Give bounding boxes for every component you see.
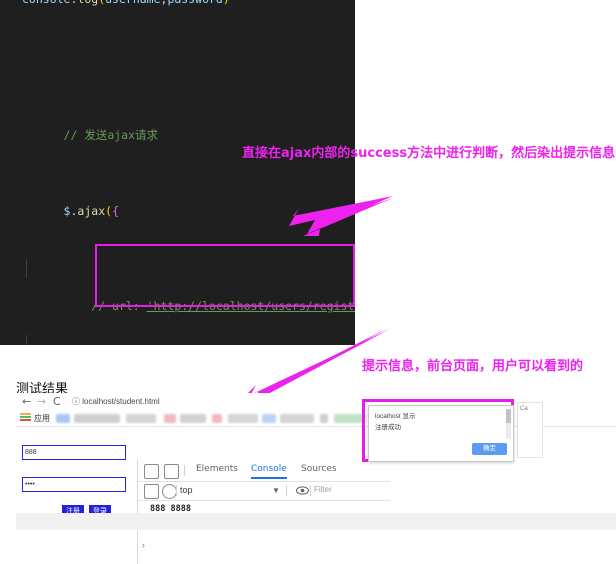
dialog-scrollbar[interactable]	[506, 409, 511, 439]
devtools-console-toolbar: top ▼ Filter	[138, 481, 390, 501]
console-filter-input[interactable]: Filter	[314, 485, 332, 494]
annotation-bottom: 提示信息，前台页面，用户可以看到的	[362, 359, 584, 374]
site-info-icon[interactable]: ⓘ	[72, 397, 80, 406]
alert-message: 注册成功	[375, 424, 401, 431]
address-bar[interactable]: ⓘ localhost/student.html	[72, 395, 292, 408]
devtools-panel[interactable]: Elements Console Sources top ▼ Filter 88…	[137, 460, 390, 564]
code-line-comment-ajax: // 发送ajax请求	[63, 128, 159, 142]
bookmarks-apps-label[interactable]: 应用	[34, 413, 50, 424]
device-toolbar-icon[interactable]	[164, 464, 179, 479]
alert-ok-button[interactable]: 确定	[472, 443, 507, 455]
password-input[interactable]	[22, 477, 126, 492]
reload-icon[interactable]: C	[53, 395, 61, 408]
console-prompt[interactable]: ›	[142, 540, 145, 550]
back-icon[interactable]: ←	[22, 395, 31, 408]
alert-highlight-box: localhost 显示 注册成功 确定	[362, 399, 514, 462]
editor-gutter	[0, 0, 22, 345]
clear-console-icon[interactable]	[162, 484, 177, 499]
alert-host-line: localhost 显示	[375, 413, 416, 420]
browser-side-panel: Ca	[517, 402, 543, 458]
tab-console[interactable]: Console	[251, 464, 287, 479]
console-output[interactable]: 888 8888 ▸ {errno: 0, message: "注册成功"} ›	[138, 500, 390, 564]
address-bar-url: localhost/student.html	[82, 397, 160, 406]
execute-script-icon[interactable]	[144, 484, 159, 499]
code-highlight-box	[95, 243, 355, 307]
chevron-down-icon[interactable]: ▼	[272, 486, 280, 495]
context-selector[interactable]: top	[180, 485, 193, 495]
code-editor[interactable]: console.log(username,password) // 发送ajax…	[0, 0, 355, 345]
forward-icon[interactable]: →	[37, 395, 46, 408]
annotation-arrow-top	[289, 196, 393, 236]
inspect-element-icon[interactable]	[144, 464, 159, 479]
tab-elements[interactable]: Elements	[196, 464, 238, 474]
live-expression-icon[interactable]	[296, 484, 309, 497]
annotation-top: 直接在ajax内部的success方法中进行判断，然后染出提示信息	[242, 146, 616, 161]
apps-grid-icon[interactable]	[20, 413, 31, 423]
alert-dialog[interactable]: localhost 显示 注册成功 确定	[368, 405, 514, 462]
devtools-tabbar: Elements Console Sources	[138, 460, 390, 482]
page-footer-strip	[16, 513, 616, 530]
username-input[interactable]	[22, 445, 126, 460]
tab-sources[interactable]: Sources	[301, 464, 337, 474]
